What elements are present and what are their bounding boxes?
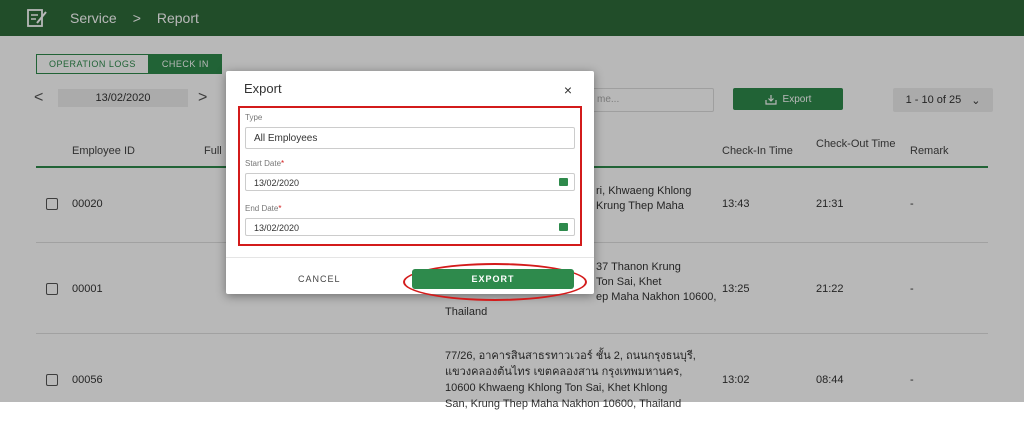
start-date-value: 13/02/2020 (254, 178, 300, 188)
dialog-divider (226, 257, 594, 258)
start-date-label: Start Date* (245, 159, 285, 168)
calendar-icon[interactable] (559, 178, 568, 186)
start-date-field[interactable]: 13/02/2020 (245, 173, 575, 191)
export-form: Type All Employees Start Date* 13/02/202… (238, 106, 582, 246)
type-label: Type (245, 113, 263, 122)
close-icon[interactable]: × (564, 82, 572, 98)
end-date-label: End Date* (245, 204, 282, 213)
calendar-icon[interactable] (559, 223, 568, 231)
cancel-button[interactable]: CANCEL (298, 274, 341, 284)
end-date-field[interactable]: 13/02/2020 (245, 218, 575, 236)
export-dialog: Export × Type All Employees Start Date* … (226, 71, 594, 301)
end-date-value: 13/02/2020 (254, 223, 300, 233)
dialog-title: Export (244, 81, 282, 96)
type-select[interactable]: All Employees (245, 127, 575, 149)
confirm-export-button[interactable]: EXPORT (412, 269, 574, 289)
